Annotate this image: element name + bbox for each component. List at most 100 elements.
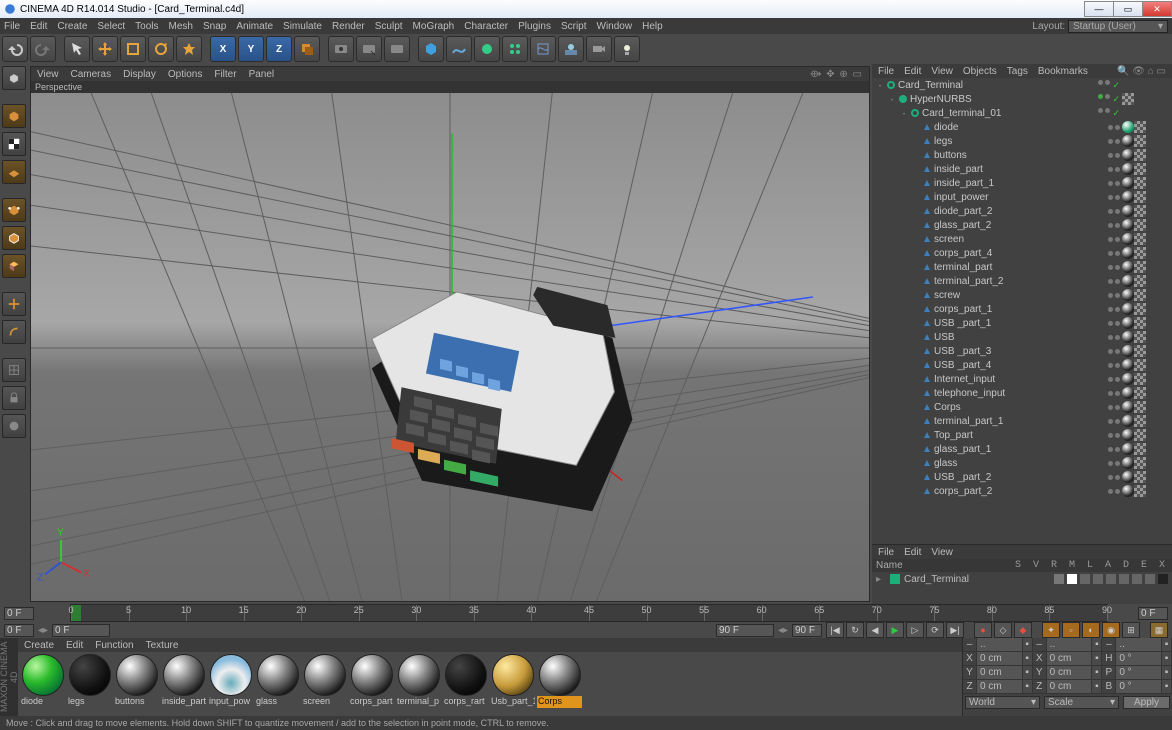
timeline-ruler[interactable]: 051015202530354045505560657075808590 <box>70 604 1108 622</box>
make-editable-button[interactable] <box>2 66 26 90</box>
menu-character[interactable]: Character <box>464 21 508 32</box>
vmenu-display[interactable]: Display <box>123 69 156 80</box>
object-row[interactable]: corps_part_2 <box>872 484 1172 498</box>
size-z[interactable]: 0 cm <box>1047 680 1093 693</box>
layout-selector[interactable]: Startup (User)▾ <box>1068 20 1168 33</box>
material-Corps[interactable]: Corps <box>537 654 582 714</box>
menu-sculpt[interactable]: Sculpt <box>375 21 403 32</box>
object-row[interactable]: inside_part <box>872 162 1172 176</box>
tweak-mode[interactable] <box>2 320 26 344</box>
menu-plugins[interactable]: Plugins <box>518 21 551 32</box>
object-row[interactable]: corps_part_1 <box>872 302 1172 316</box>
rotate-tool[interactable] <box>148 36 174 62</box>
object-row[interactable]: terminal_part_2 <box>872 274 1172 288</box>
cube-primitive[interactable] <box>418 36 444 62</box>
locked-toggle[interactable] <box>2 386 26 410</box>
pos-y[interactable]: 0 cm <box>977 666 1023 679</box>
snap-toggle[interactable] <box>2 358 26 382</box>
material-input_pow[interactable]: input_pow <box>208 654 253 714</box>
maximize-button[interactable]: ▭ <box>1113 1 1143 17</box>
matmenu-function[interactable]: Function <box>95 640 133 651</box>
move-tool[interactable] <box>92 36 118 62</box>
material-glass[interactable]: glass <box>255 654 300 714</box>
pos-key-toggle[interactable]: ✦ <box>1042 622 1060 638</box>
loop-button[interactable]: ↻ <box>846 622 864 638</box>
om-search-icon[interactable]: 🔍 👁 ⌂ ▭ <box>1117 66 1166 77</box>
x-axis-toggle[interactable]: X <box>210 36 236 62</box>
object-tree[interactable]: -Card_Terminal✓-HyperNURBS✓-Card_termina… <box>872 78 1172 544</box>
soft-select[interactable] <box>2 414 26 438</box>
flag-icon[interactable] <box>1145 574 1155 584</box>
object-row[interactable]: glass_part_1 <box>872 442 1172 456</box>
apply-button[interactable]: Apply <box>1123 696 1170 709</box>
menu-create[interactable]: Create <box>57 21 87 32</box>
deformer-button[interactable] <box>530 36 556 62</box>
coord-mode-select[interactable]: World▾ <box>965 696 1040 709</box>
vmenu-panel[interactable]: Panel <box>249 69 275 80</box>
viewport-3d[interactable]: Y X Z <box>31 93 869 601</box>
viewport-nav-icons[interactable]: ⟴ ✥ ⊕ ▭ <box>810 69 863 80</box>
menu-edit[interactable]: Edit <box>30 21 47 32</box>
material-screen[interactable]: screen <box>302 654 347 714</box>
menu-simulate[interactable]: Simulate <box>283 21 322 32</box>
object-row[interactable]: screen <box>872 232 1172 246</box>
flag-icon[interactable] <box>1158 574 1168 584</box>
texture-mode[interactable] <box>2 132 26 156</box>
flag-icon[interactable] <box>1067 574 1077 584</box>
pla-key-toggle[interactable]: ⊞ <box>1122 622 1140 638</box>
object-row[interactable]: buttons <box>872 148 1172 162</box>
object-row[interactable]: USB _part_1 <box>872 316 1172 330</box>
material-terminal_p[interactable]: terminal_p <box>396 654 441 714</box>
size-mode-select[interactable]: Scale▾ <box>1044 696 1119 709</box>
object-row[interactable]: corps_part_4 <box>872 246 1172 260</box>
prev-frame-button[interactable]: ◀ <box>866 622 884 638</box>
rot-h[interactable]: 0 ° <box>1116 652 1162 665</box>
pos-x[interactable]: 0 cm <box>977 652 1023 665</box>
object-row[interactable]: USB _part_3 <box>872 344 1172 358</box>
flag-icon[interactable] <box>1054 574 1064 584</box>
point-mode[interactable] <box>2 198 26 222</box>
object-row[interactable]: glass_part_2 <box>872 218 1172 232</box>
menu-script[interactable]: Script <box>561 21 587 32</box>
face-mode[interactable] <box>2 254 26 278</box>
workplane-mode[interactable] <box>2 160 26 184</box>
timeline-out-field[interactable]: 90 F <box>792 624 822 637</box>
object-row[interactable]: screw <box>872 288 1172 302</box>
scale-key-toggle[interactable]: ▫ <box>1062 622 1080 638</box>
object-row[interactable]: USB _part_4 <box>872 358 1172 372</box>
param-key-toggle[interactable]: ◉ <box>1102 622 1120 638</box>
matmenu-create[interactable]: Create <box>24 640 54 651</box>
size-x[interactable]: 0 cm <box>1047 652 1093 665</box>
timeline-range-start[interactable]: 0 F <box>52 624 110 637</box>
menu-render[interactable]: Render <box>332 21 365 32</box>
object-row[interactable]: Corps <box>872 400 1172 414</box>
timeline-range-end[interactable]: 90 F <box>716 624 774 637</box>
menu-select[interactable]: Select <box>97 21 125 32</box>
rot-key-toggle[interactable]: ◐ <box>1082 622 1100 638</box>
model-mode[interactable] <box>2 104 26 128</box>
omenu-edit[interactable]: Edit <box>904 66 921 77</box>
object-row[interactable]: inside_part_1 <box>872 176 1172 190</box>
object-row[interactable]: Internet_input <box>872 372 1172 386</box>
axis-mode[interactable] <box>2 292 26 316</box>
y-axis-toggle[interactable]: Y <box>238 36 264 62</box>
material-buttons[interactable]: buttons <box>114 654 159 714</box>
edge-mode[interactable] <box>2 226 26 250</box>
goto-end-button[interactable]: ▶| <box>946 622 964 638</box>
keyframe-button[interactable]: ◆ <box>1014 622 1032 638</box>
matmenu-texture[interactable]: Texture <box>146 640 179 651</box>
vmenu-cameras[interactable]: Cameras <box>71 69 112 80</box>
object-row[interactable]: USB _part_2 <box>872 470 1172 484</box>
array-button[interactable] <box>502 36 528 62</box>
amenu-file[interactable]: File <box>878 547 894 558</box>
z-axis-toggle[interactable]: Z <box>266 36 292 62</box>
vmenu-view[interactable]: View <box>37 69 59 80</box>
flag-icon[interactable] <box>1106 574 1116 584</box>
flag-icon[interactable] <box>1132 574 1142 584</box>
amenu-view[interactable]: View <box>931 547 953 558</box>
rot-p[interactable]: 0 ° <box>1116 666 1162 679</box>
menu-mesh[interactable]: Mesh <box>169 21 193 32</box>
environment-button[interactable] <box>558 36 584 62</box>
omenu-bookmarks[interactable]: Bookmarks <box>1038 66 1088 77</box>
rot-b[interactable]: 0 ° <box>1116 680 1162 693</box>
